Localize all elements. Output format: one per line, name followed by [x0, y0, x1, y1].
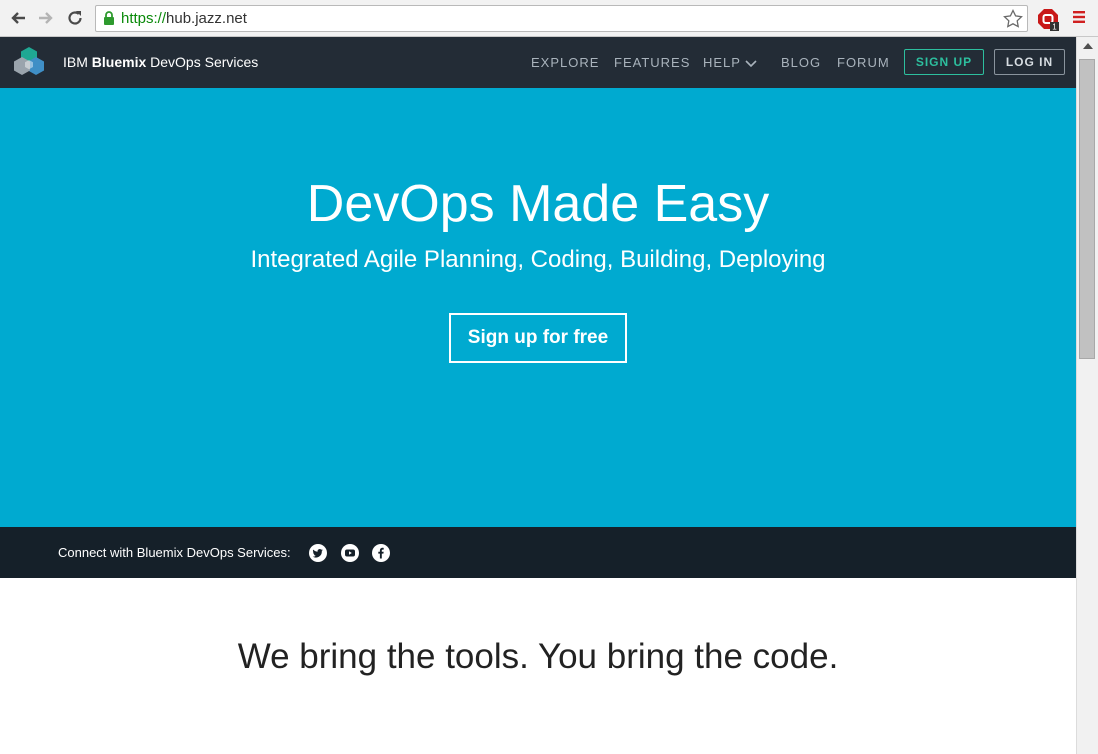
sign-up-free-button[interactable]: Sign up for free — [449, 313, 627, 363]
brand-title[interactable]: IBM Bluemix DevOps Services — [63, 54, 258, 70]
page-scrollbar[interactable] — [1076, 37, 1098, 754]
forward-button[interactable] — [36, 8, 56, 28]
hero-section: DevOps Made Easy Integrated Agile Planni… — [0, 88, 1076, 527]
social-label: Connect with Bluemix DevOps Services: — [58, 545, 291, 560]
scrollbar-thumb[interactable] — [1079, 59, 1095, 359]
bluemix-logo-icon[interactable] — [12, 45, 46, 79]
nav-blog[interactable]: BLOG — [781, 55, 821, 70]
scroll-up-arrow-icon[interactable] — [1083, 43, 1093, 49]
page-viewport: IBM Bluemix DevOps Services EXPLORE FEAT… — [0, 37, 1076, 754]
site-header: IBM Bluemix DevOps Services EXPLORE FEAT… — [0, 37, 1076, 88]
nav-help[interactable]: HELP — [703, 55, 757, 70]
nav-features[interactable]: FEATURES — [614, 55, 690, 70]
log-in-button[interactable]: LOG IN — [994, 49, 1065, 75]
hamburger-menu-icon[interactable] — [1072, 10, 1086, 24]
bookmark-star-icon[interactable] — [1003, 9, 1023, 28]
nav-help-label: HELP — [703, 55, 741, 70]
nav-forum[interactable]: FORUM — [837, 55, 890, 70]
lock-icon — [104, 11, 114, 25]
twitter-icon[interactable] — [309, 544, 327, 562]
hero-subtitle: Integrated Agile Planning, Coding, Build… — [250, 246, 826, 273]
youtube-icon[interactable] — [341, 544, 359, 562]
extension-stop-icon[interactable]: 1 — [1037, 8, 1061, 32]
reload-icon — [68, 11, 82, 25]
svg-text:1: 1 — [1052, 23, 1057, 32]
chevron-down-icon — [745, 59, 757, 67]
facebook-icon[interactable] — [372, 544, 390, 562]
social-bar: Connect with Bluemix DevOps Services: — [0, 527, 1076, 578]
tagline-heading: We bring the tools. You bring the code. — [237, 637, 839, 676]
browser-toolbar: https://hub.jazz.net 1 — [0, 0, 1098, 37]
sign-up-button[interactable]: SIGN UP — [904, 49, 984, 75]
forward-arrow-icon — [39, 12, 53, 24]
address-bar[interactable]: https://hub.jazz.net — [95, 5, 1028, 32]
url-text: https://hub.jazz.net — [121, 10, 247, 27]
hero-title: DevOps Made Easy — [306, 175, 770, 233]
nav-explore[interactable]: EXPLORE — [531, 55, 599, 70]
reload-button[interactable] — [65, 8, 85, 28]
back-arrow-icon — [11, 12, 25, 24]
back-button[interactable] — [8, 8, 28, 28]
